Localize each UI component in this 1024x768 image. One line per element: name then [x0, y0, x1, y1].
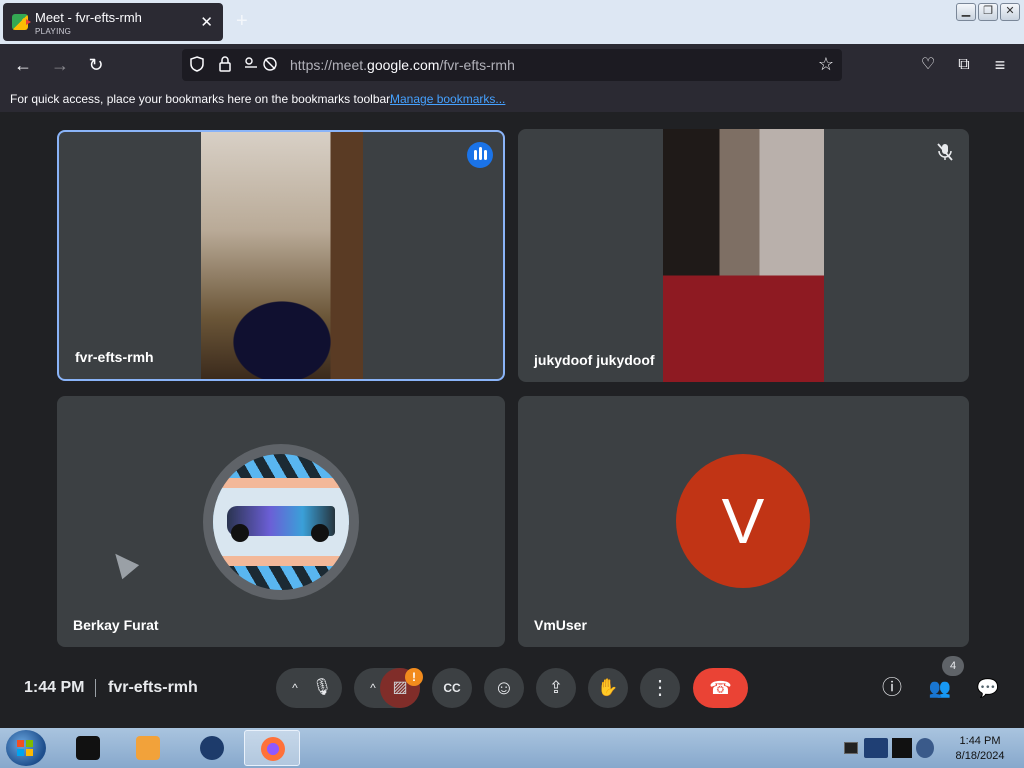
participant-avatar [203, 444, 359, 600]
camera-warning-badge: ! [405, 668, 423, 686]
tab-meet[interactable]: Meet - fvr-efts-rmh PLAYING ✕ [3, 3, 223, 41]
tab-close-icon[interactable]: ✕ [200, 13, 213, 31]
taskbar-media-player[interactable] [120, 730, 176, 766]
url-bar[interactable]: https://meet.google.com/fvr-efts-rmh ☆ [182, 49, 842, 81]
firefox-icon [261, 737, 285, 761]
os-taskbar: 1:44 PM 8/18/2024 [0, 728, 1024, 768]
participant-name: fvr-efts-rmh [75, 349, 154, 365]
meeting-time: 1:44 PM [24, 679, 85, 696]
media-player-icon [136, 736, 160, 760]
bookmarks-toolbar: For quick access, place your bookmarks h… [0, 86, 1024, 112]
window-controls: ▁ ❐ ✕ [956, 3, 1020, 21]
system-tray[interactable] [842, 730, 938, 766]
permissions-icon[interactable] [244, 56, 280, 72]
tab-playing-label: PLAYING [35, 27, 72, 36]
globe-icon [200, 736, 224, 760]
people-icon[interactable]: 👥 [926, 674, 954, 702]
microphone-button[interactable]: 🎙 [302, 668, 342, 708]
navigation-toolbar: ← → ↻ https://meet.google.com/fvr-efts-r… [0, 44, 1024, 86]
present-screen-button[interactable]: ⇪ [536, 668, 576, 708]
participant-name: Berkay Furat [73, 617, 159, 633]
end-call-button[interactable]: ☎ [693, 668, 748, 708]
start-button[interactable] [6, 730, 46, 766]
taskbar-network[interactable] [184, 730, 240, 766]
more-options-button[interactable]: ⋮ [640, 668, 680, 708]
participant-avatar: V [676, 454, 810, 588]
back-button[interactable]: ← [10, 52, 36, 78]
participant-tile[interactable]: V VmUser [518, 396, 969, 647]
divider [95, 679, 96, 697]
shield-icon[interactable] [190, 56, 204, 72]
reload-button[interactable]: ↻ [83, 52, 109, 78]
terminal-icon [76, 736, 100, 760]
taskbar-terminal[interactable] [60, 730, 116, 766]
mouse-cursor-icon [106, 546, 140, 580]
bookmark-star-icon[interactable]: ☆ [818, 54, 834, 75]
mic-muted-icon [937, 143, 953, 161]
captions-button[interactable]: CC [432, 668, 472, 708]
participant-name: jukydoof jukydoof [534, 352, 655, 368]
race-car-icon [227, 506, 335, 542]
speaking-indicator-icon [467, 142, 493, 168]
minimize-button[interactable]: ▁ [956, 3, 976, 21]
participant-tile[interactable]: Berkay Furat [57, 396, 505, 647]
url-text[interactable]: https://meet.google.com/fvr-efts-rmh [290, 57, 515, 73]
pocket-icon[interactable]: ♡ [915, 52, 941, 78]
participant-tile[interactable]: fvr-efts-rmh [57, 130, 505, 381]
forward-button[interactable]: → [47, 52, 73, 78]
meeting-code: fvr-efts-rmh [108, 679, 198, 696]
taskbar-clock[interactable]: 1:44 PM 8/18/2024 [940, 734, 1020, 764]
meet-favicon-icon [12, 14, 31, 30]
taskbar-time: 1:44 PM [959, 735, 1001, 747]
taskbar-date: 8/18/2024 [955, 750, 1005, 762]
lock-icon[interactable] [218, 56, 232, 72]
participant-video [663, 129, 824, 382]
mic-control-group: ^ 🎙 [276, 668, 342, 708]
volume-icon [916, 738, 934, 758]
extensions-icon[interactable]: ⧉ [951, 52, 977, 78]
taskbar-firefox[interactable] [244, 730, 300, 766]
participant-count-badge: 4 [942, 656, 964, 676]
close-window-button[interactable]: ✕ [1000, 3, 1020, 21]
restore-button[interactable]: ❐ [978, 3, 998, 21]
network-icon [892, 738, 912, 758]
emoji-reaction-button[interactable]: ☺ [484, 668, 524, 708]
monitor-icon [864, 738, 888, 758]
menu-icon[interactable]: ≡ [987, 52, 1013, 78]
participant-video [201, 132, 363, 379]
meeting-info-icon[interactable]: ⓘ [878, 674, 906, 702]
raise-hand-button[interactable]: ✋ [588, 668, 628, 708]
browser-titlebar: Meet - fvr-efts-rmh PLAYING ✕ + ▁ ❐ ✕ [0, 0, 1024, 44]
participant-name: VmUser [534, 617, 587, 633]
tab-title: Meet - fvr-efts-rmh [35, 10, 142, 25]
participant-tile[interactable]: jukydoof jukydoof [518, 129, 969, 382]
bookmarks-message: For quick access, place your bookmarks h… [10, 92, 393, 106]
tray-expand-icon[interactable] [844, 742, 858, 754]
manage-bookmarks-link[interactable]: Manage bookmarks... [390, 92, 505, 106]
new-tab-button[interactable]: + [236, 10, 248, 33]
chat-icon[interactable]: 💬 [974, 674, 1002, 702]
